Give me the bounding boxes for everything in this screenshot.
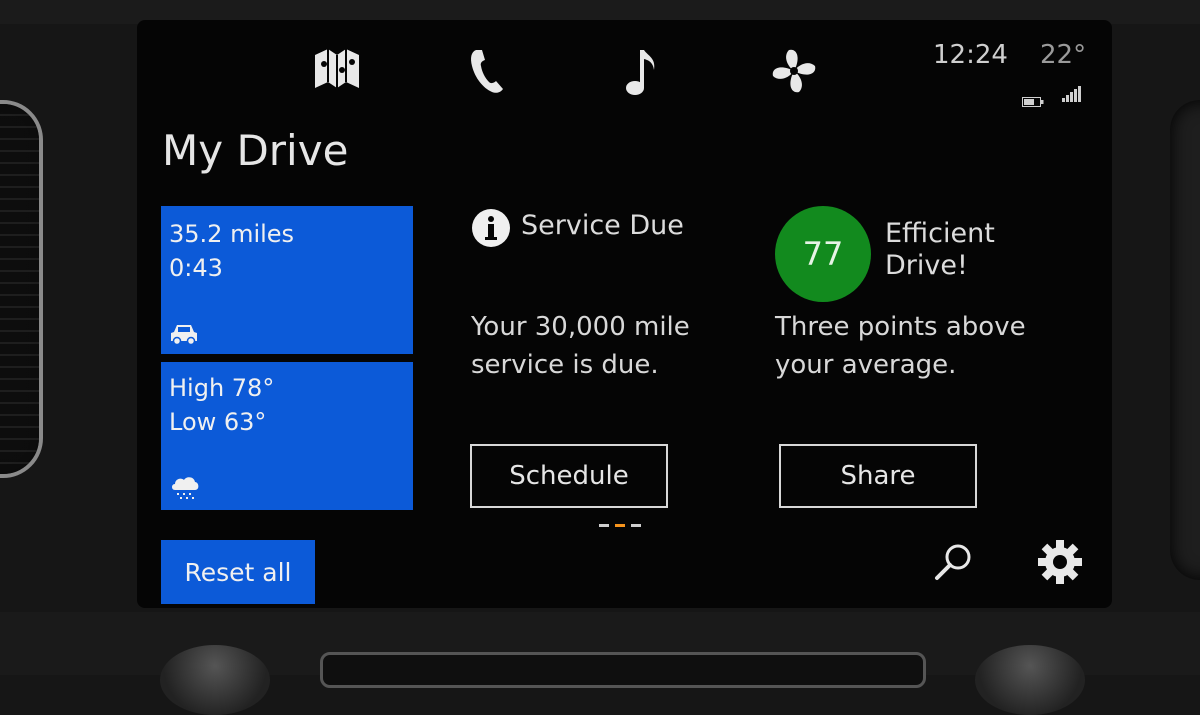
music-note-icon[interactable] [622,46,658,98]
page-dot[interactable] [599,524,609,527]
car-icon [169,322,199,350]
page-dot-active[interactable] [615,524,625,527]
phone-icon[interactable] [467,46,507,96]
weather-high: High 78° [169,374,275,402]
fan-icon[interactable] [769,46,819,96]
efficiency-title: Efficient Drive! [885,218,995,281]
map-icon[interactable] [312,46,362,92]
left-knob [160,645,270,715]
share-button[interactable]: Share [779,444,977,508]
service-title: Service Due [521,210,684,241]
dashboard-side-trim [1170,100,1200,580]
clock: 12:24 [933,40,1008,70]
right-knob [975,645,1085,715]
page-dot[interactable] [631,524,641,527]
weather-tile[interactable]: High 78° Low 63° [161,362,413,510]
page-indicator[interactable] [599,524,641,527]
battery-icon [1022,92,1044,107]
outside-temperature: 22° [1040,40,1087,70]
page-title: My Drive [162,126,349,175]
signal-icon [1062,86,1082,102]
media-slot [320,652,926,688]
service-message: Your 30,000 mile service is due. [471,312,690,380]
air-vent [0,100,43,478]
reset-all-button[interactable]: Reset all [161,540,315,604]
rain-cloud-icon [169,474,201,506]
weather-low: Low 63° [169,408,267,436]
gear-icon[interactable] [1036,538,1084,586]
info-icon [471,208,511,248]
efficiency-score-badge: 77 [775,206,871,302]
schedule-button[interactable]: Schedule [470,444,668,508]
trip-distance: 35.2 miles [169,220,295,248]
infotainment-screen: 12:24 22° My Drive 35.2 miles 0:43 High … [137,20,1112,608]
windows-logo-icon[interactable] [159,45,207,93]
trip-duration: 0:43 [169,254,223,282]
efficiency-message: Three points above your average. [775,312,1026,380]
search-icon[interactable] [932,540,976,584]
trip-tile[interactable]: 35.2 miles 0:43 [161,206,413,354]
